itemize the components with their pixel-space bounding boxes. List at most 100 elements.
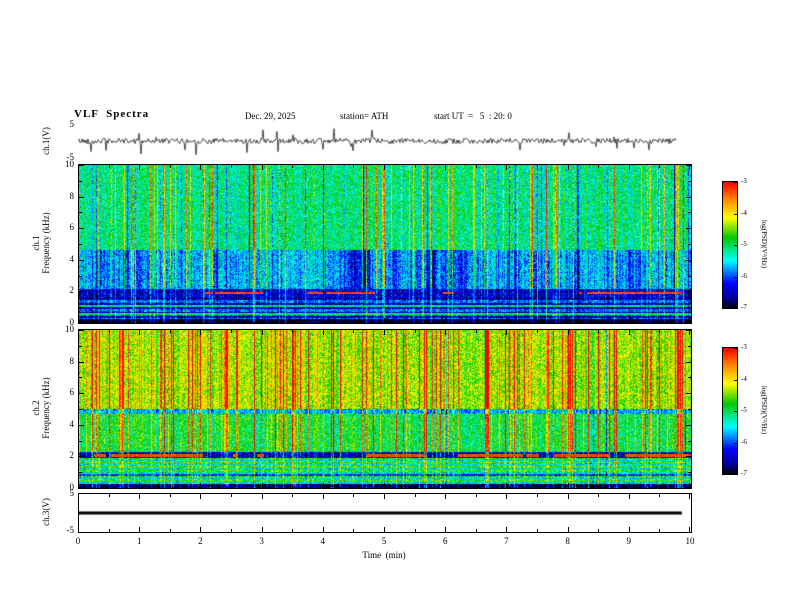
time-tick xyxy=(537,485,538,488)
freq-tick xyxy=(686,228,691,230)
time-tick xyxy=(169,165,171,168)
time-tick xyxy=(628,165,630,170)
freq-tick xyxy=(79,487,84,488)
time-tick-label: 8 xyxy=(565,536,570,546)
time-tick xyxy=(261,527,263,532)
time-tick xyxy=(628,330,630,335)
time-tick xyxy=(292,529,294,532)
time-tick xyxy=(169,529,171,532)
freq-tick xyxy=(686,330,691,331)
ch1-spectrogram-canvas xyxy=(79,165,691,323)
time-tick xyxy=(659,330,661,333)
freq-tick xyxy=(688,307,691,309)
time-tick xyxy=(384,330,385,335)
ch1-spectrogram-panel xyxy=(78,164,692,324)
time-tick xyxy=(261,318,263,323)
time-tick xyxy=(414,485,416,488)
time-tick xyxy=(475,165,477,168)
time-tick xyxy=(537,529,538,532)
time-tick xyxy=(292,320,294,323)
time-tick xyxy=(537,494,538,497)
colorbar-tick-label: -3 xyxy=(741,343,747,351)
freq-tick xyxy=(688,472,691,474)
time-tick xyxy=(414,529,416,532)
time-tick xyxy=(384,318,385,323)
time-tick-label: 9 xyxy=(626,536,632,546)
ch2-freq-axis-label: ch.2 Frequency (kHz) xyxy=(31,377,51,438)
time-tick xyxy=(322,165,324,170)
time-tick xyxy=(200,527,202,532)
freq-tick xyxy=(686,456,691,458)
freq-tick xyxy=(79,409,82,410)
time-tick xyxy=(506,494,508,499)
freq-label: Frequency (kHz) xyxy=(41,377,51,439)
freq-tick xyxy=(688,377,691,379)
time-tick xyxy=(108,485,110,488)
time-tick xyxy=(628,527,630,532)
time-tick xyxy=(261,330,263,335)
time-tick xyxy=(567,318,569,323)
freq-label: Frequency (kHz) xyxy=(41,212,51,274)
freq-tick xyxy=(686,291,691,293)
time-tick xyxy=(506,527,508,532)
freq-tick xyxy=(686,259,691,261)
freq-tick xyxy=(79,275,82,277)
time-tick xyxy=(231,529,232,532)
time-tick xyxy=(231,320,232,323)
colorbar-tick-label: -6 xyxy=(741,271,747,280)
colorbar-tick-label: -7 xyxy=(741,469,747,477)
time-tick xyxy=(598,330,600,333)
colorbar-tick-label: -4 xyxy=(741,374,747,383)
time-tick-label: 0 xyxy=(75,536,81,546)
colorbar-tick-label: -7 xyxy=(741,303,747,311)
freq-tick xyxy=(79,377,82,379)
freq-tick xyxy=(79,456,84,458)
time-tick-label: 4 xyxy=(320,536,326,546)
volt-tick-label: -5 xyxy=(66,525,75,535)
vlf-spectra-figure: VLF Spectra Dec. 29, 2025 station= ATH s… xyxy=(0,0,792,612)
figure-start-ut: start UT = 5 : 20: 0 xyxy=(434,111,512,121)
time-tick-label: 1 xyxy=(136,536,142,546)
freq-tick xyxy=(79,440,82,442)
time-tick xyxy=(567,165,569,170)
time-tick xyxy=(445,165,447,170)
freq-tick-label: 2 xyxy=(69,450,75,461)
time-tick xyxy=(598,165,600,168)
time-tick xyxy=(445,318,447,323)
time-tick xyxy=(659,165,661,168)
colorbar-tick-label: -5 xyxy=(741,406,747,414)
ch1-volt-axis-label: ch.1(V) xyxy=(41,127,51,155)
freq-tick xyxy=(79,345,82,347)
colorbar-tick xyxy=(734,276,737,278)
time-tick xyxy=(292,330,294,333)
ch1-waveform-canvas xyxy=(78,124,690,158)
freq-tick xyxy=(79,244,82,245)
time-tick-label: 5 xyxy=(381,536,387,546)
time-tick xyxy=(506,483,508,488)
time-tick xyxy=(353,485,355,488)
freq-tick xyxy=(688,345,691,347)
time-tick xyxy=(231,485,232,488)
time-tick xyxy=(139,165,141,170)
ch3-waveform-canvas xyxy=(79,494,691,532)
time-tick xyxy=(353,529,355,532)
time-tick xyxy=(322,494,324,499)
freq-tick-label: 8 xyxy=(69,190,75,201)
time-tick xyxy=(475,320,477,323)
time-tick xyxy=(231,494,232,497)
time-tick xyxy=(200,165,202,170)
time-tick xyxy=(139,527,141,532)
freq-tick xyxy=(79,291,84,293)
ch1-freq-axis-label: ch.1 Frequency (kHz) xyxy=(31,212,51,273)
time-tick xyxy=(384,494,385,499)
time-tick xyxy=(108,494,110,497)
time-tick xyxy=(169,330,171,333)
ch2-label: ch.2 xyxy=(31,400,41,416)
colorbar-tick xyxy=(734,379,737,381)
time-tick xyxy=(108,320,110,323)
colorbar-tick-label: -5 xyxy=(741,240,747,248)
freq-tick xyxy=(79,393,84,395)
time-tick xyxy=(353,165,355,168)
freq-tick-label: 4 xyxy=(69,418,75,429)
time-tick xyxy=(231,330,232,333)
